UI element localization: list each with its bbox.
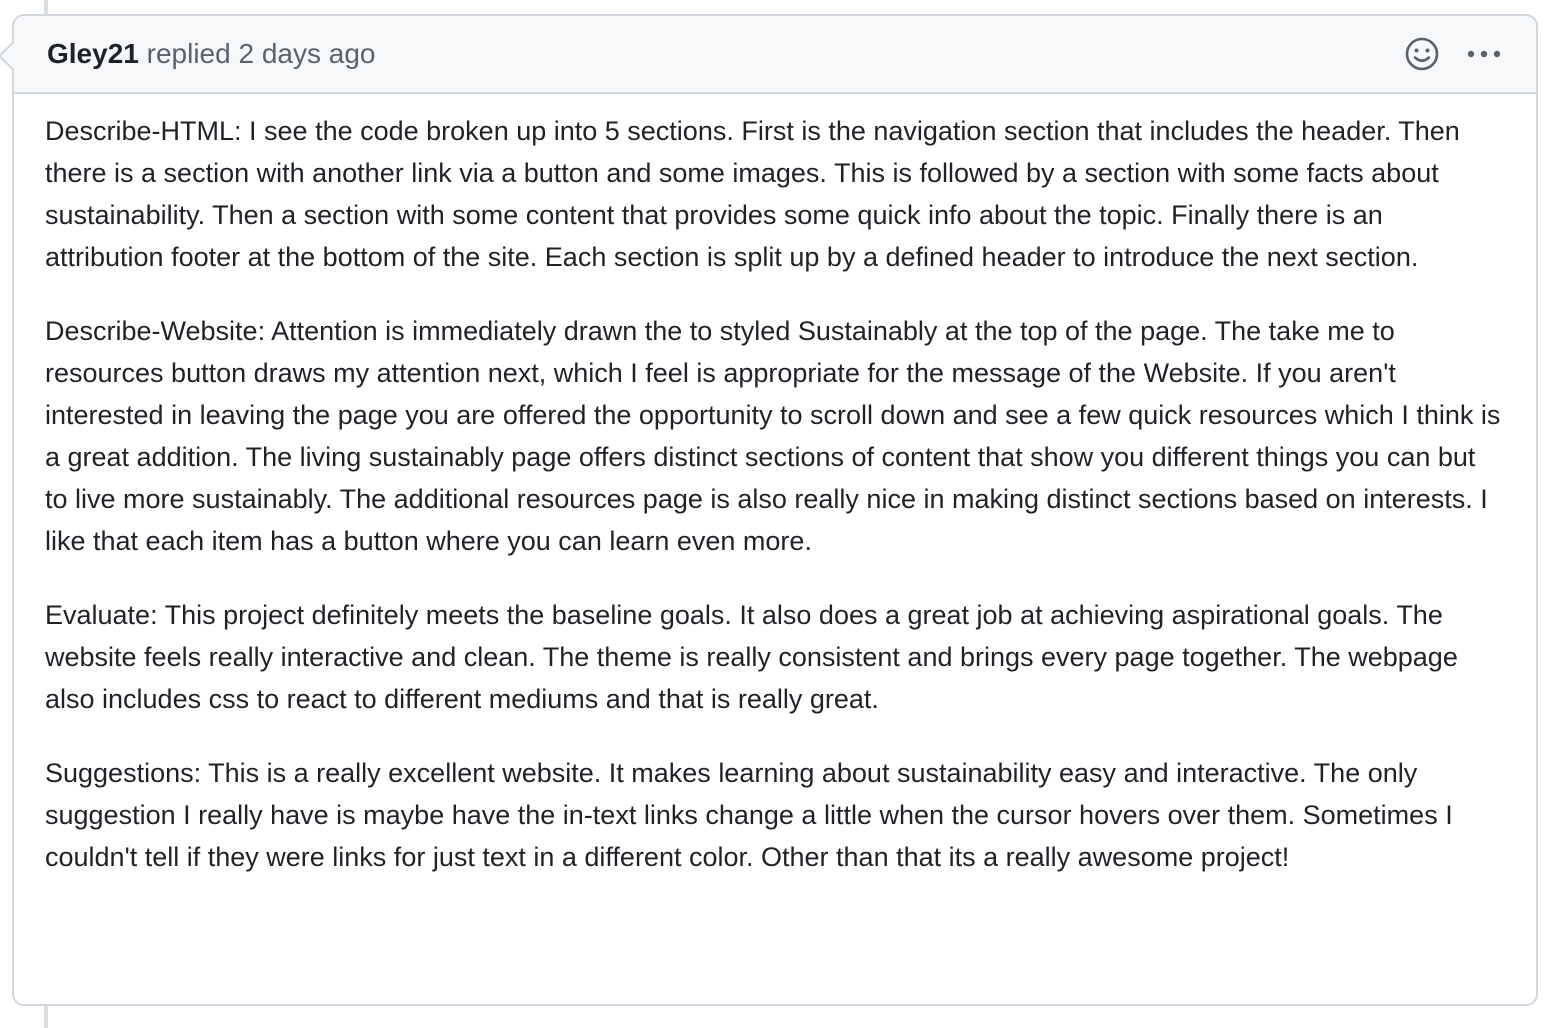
- discussion-page: Gley21 replied 2 days ago Describe-HTML:…: [0, 0, 1552, 1028]
- comment-body: Describe-HTML: I see the code broken up …: [14, 94, 1536, 878]
- paragraph-describe-html: Describe-HTML: I see the code broken up …: [45, 116, 1460, 272]
- add-reaction-button[interactable]: [1402, 34, 1442, 74]
- smiley-icon: [1405, 37, 1439, 71]
- more-options-button[interactable]: [1464, 34, 1504, 74]
- comment-meta: Gley21 replied 2 days ago: [47, 34, 375, 74]
- reply-timestamp: replied 2 days ago: [146, 38, 376, 69]
- paragraph-describe-website: Describe-Website: Attention is immediate…: [45, 316, 1501, 556]
- comment-header: Gley21 replied 2 days ago: [0, 16, 1536, 94]
- paragraph-evaluate: Evaluate: This project definitely meets …: [45, 600, 1458, 714]
- comment-actions: [1402, 34, 1504, 74]
- paragraph-suggestions: Suggestions: This is a really excellent …: [45, 758, 1453, 872]
- kebab-horizontal-icon: [1467, 50, 1501, 58]
- author-link[interactable]: Gley21: [47, 38, 139, 69]
- comment-card: Gley21 replied 2 days ago Describe-HTML:…: [0, 14, 1538, 1006]
